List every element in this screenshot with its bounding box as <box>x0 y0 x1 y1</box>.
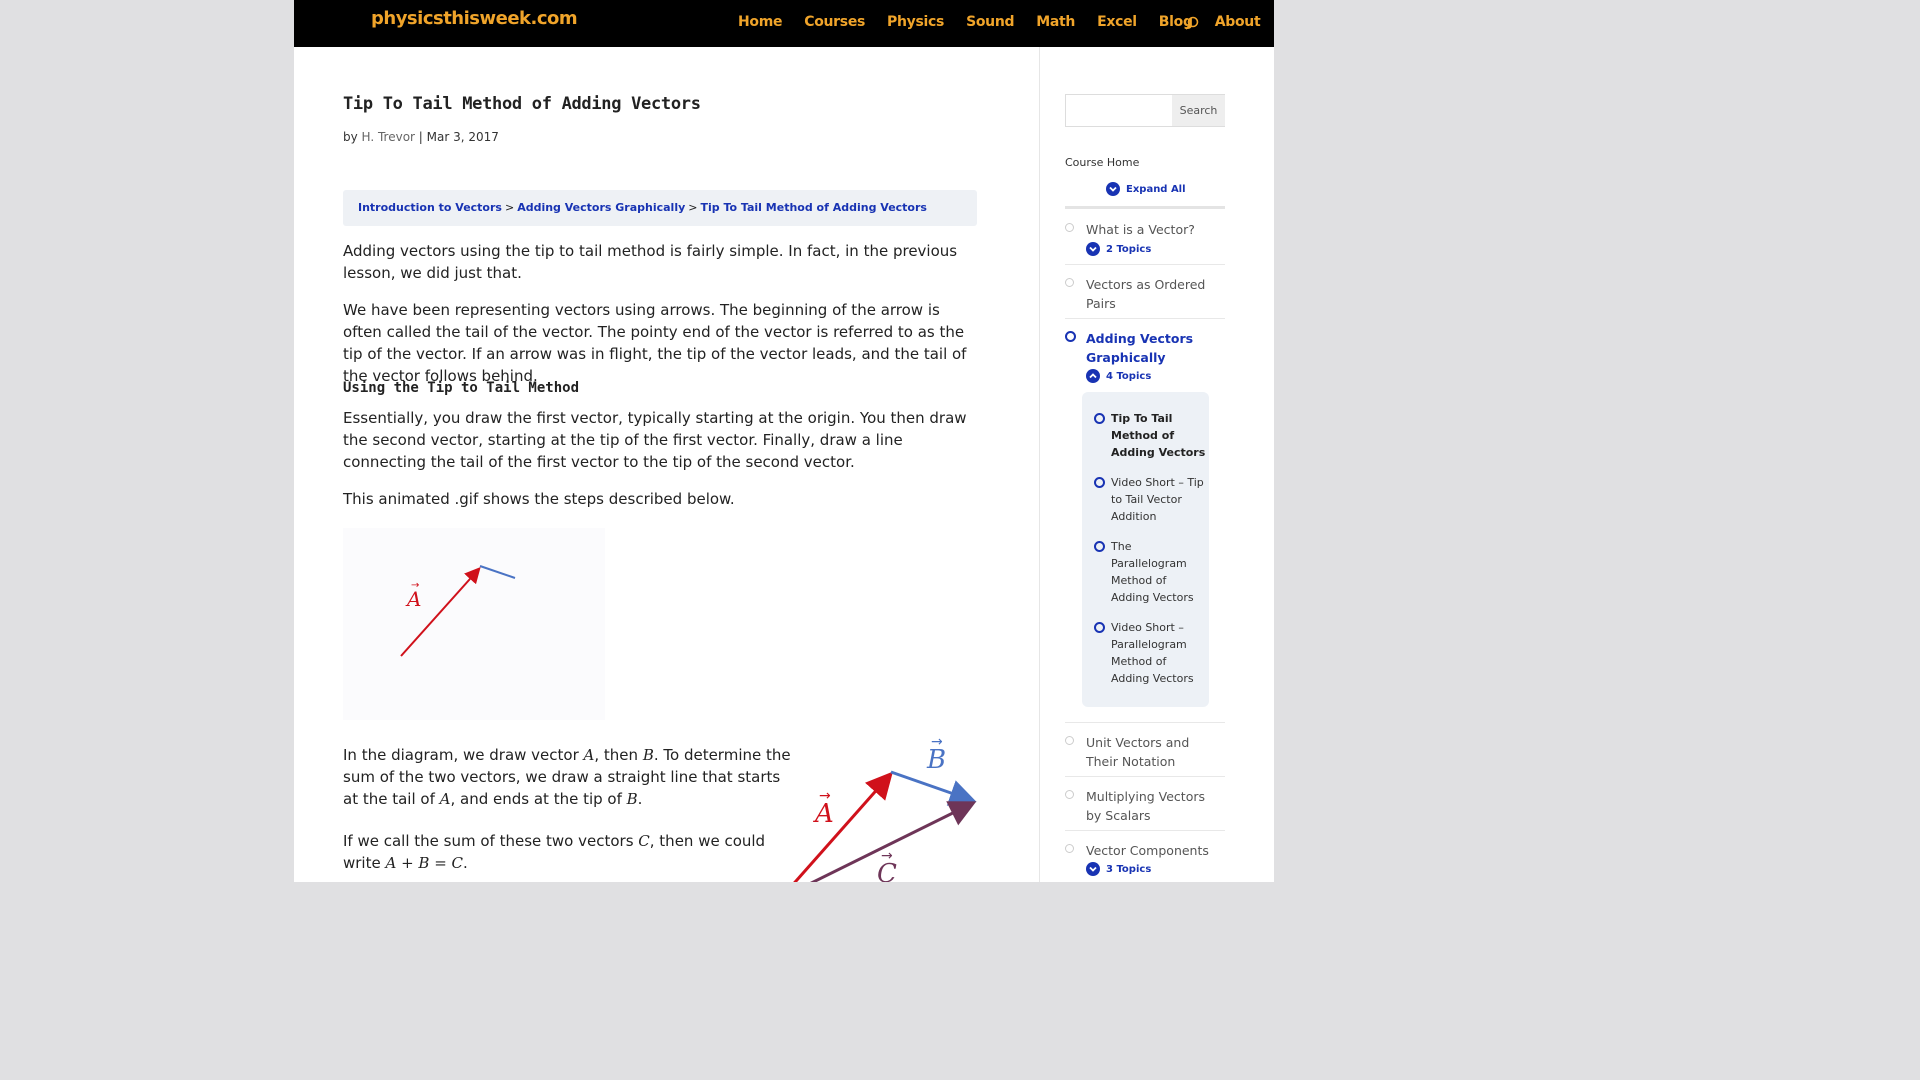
breadcrumb-adding-graphically[interactable]: Adding Vectors Graphically <box>517 201 685 214</box>
vector-diagram: A → B → C → <box>793 736 977 882</box>
paragraph-steps: Essentially, you draw the first vector, … <box>343 409 967 471</box>
paragraph-intro: Adding vectors using the tip to tail met… <box>343 242 958 282</box>
topic-status-icon <box>1094 477 1105 488</box>
expand-all-button[interactable]: Expand All <box>1106 182 1186 196</box>
lesson-status-icon <box>1065 736 1074 745</box>
nav-sound[interactable]: Sound <box>966 14 1014 30</box>
chevron-down-icon <box>1106 182 1120 196</box>
search-icon[interactable] <box>1184 16 1200 32</box>
topic-title: Video Short – Tip to Tail Vector Additio… <box>1111 476 1204 523</box>
sidebar-divider <box>1039 47 1040 882</box>
topics-count: 4 Topics <box>1106 370 1152 382</box>
math-equation: A + B = C <box>385 854 464 872</box>
search-button[interactable]: Search <box>1172 95 1225 126</box>
lesson-topics-toggle[interactable]: 2 Topics <box>1086 242 1151 256</box>
text-run: . <box>463 854 468 872</box>
breadcrumb-tip-to-tail[interactable]: Tip To Tail Method of Adding Vectors <box>701 201 927 214</box>
diagram-label-c-arrow: → <box>881 848 893 864</box>
gif-label-a-arrow: → <box>411 580 419 591</box>
math-vector-a: A <box>583 746 595 764</box>
chevron-up-icon <box>1086 369 1100 383</box>
search-input[interactable] <box>1067 96 1179 125</box>
page: physicsthisweek.com Home Courses Physics… <box>294 0 1274 882</box>
site-header: physicsthisweek.com Home Courses Physics… <box>294 0 1274 47</box>
expand-all-label: Expand All <box>1126 183 1186 195</box>
text-run: If we call the sum of these two vectors <box>343 832 639 850</box>
breadcrumb-separator: > <box>504 201 515 214</box>
lesson-topics-toggle[interactable]: 3 Topics <box>1086 862 1151 876</box>
lesson-title: What is a Vector? <box>1086 222 1195 237</box>
text-run: . <box>637 790 643 808</box>
diagram-vector-c <box>809 801 977 882</box>
topic-status-icon <box>1094 413 1105 424</box>
math-vector-c: C <box>638 832 650 850</box>
post-meta: by H. Trevor | Mar 3, 2017 <box>343 130 499 144</box>
page-title: Tip To Tail Method of Adding Vectors <box>343 94 701 114</box>
diagram-label-a-arrow: → <box>819 788 831 804</box>
nav-courses[interactable]: Courses <box>804 14 865 30</box>
topics-count: 3 Topics <box>1106 863 1152 875</box>
meta-separator: | <box>414 130 427 144</box>
topics-list: Tip To Tail Method of Adding Vectors Vid… <box>1082 392 1209 707</box>
lesson-status-icon <box>1065 278 1074 287</box>
lesson-status-icon <box>1065 790 1074 799</box>
text-run: , then <box>594 746 643 764</box>
topic-title: Video Short – Parallelogram Method of Ad… <box>1111 621 1194 685</box>
lesson-title: Vectors as Ordered Pairs <box>1086 277 1206 311</box>
lesson-divider <box>1065 264 1225 265</box>
site-logo[interactable]: physicsthisweek.com <box>371 8 578 29</box>
breadcrumb-separator: > <box>688 201 698 214</box>
nav-excel[interactable]: Excel <box>1097 14 1137 30</box>
math-vector-a: A <box>439 790 451 808</box>
topic-status-icon <box>1094 541 1105 552</box>
topics-count: 2 Topics <box>1106 243 1152 255</box>
animated-gif: A → <box>343 528 605 720</box>
diagram-vector-b <box>890 770 977 806</box>
nav-home[interactable]: Home <box>738 14 783 30</box>
lesson-status-icon <box>1065 331 1076 342</box>
diagram-label-b-arrow: → <box>931 736 943 750</box>
topic-title: Tip To Tail Method of Adding Vectors <box>1111 412 1206 459</box>
chevron-down-icon <box>1086 242 1100 256</box>
paragraph-gif-intro: This animated .gif shows the steps descr… <box>343 490 735 508</box>
lesson-divider <box>1065 722 1225 723</box>
course-home-link[interactable]: Course Home <box>1065 156 1139 169</box>
text-run: In the diagram, we draw vector <box>343 746 584 764</box>
lesson-title: Adding Vectors Graphically <box>1086 331 1194 365</box>
paragraph-sum: If we call the sum of these two vectors … <box>343 830 793 874</box>
post-date: Mar 3, 2017 <box>426 130 499 144</box>
nav-about[interactable]: About <box>1215 14 1261 30</box>
lesson-status-icon <box>1065 223 1074 232</box>
lesson-divider <box>1065 830 1225 831</box>
nav-math[interactable]: Math <box>1036 14 1075 30</box>
math-vector-b: B <box>626 790 638 808</box>
lesson-status-icon <box>1065 844 1074 853</box>
topic-title: The Parallelogram Method of Adding Vecto… <box>1111 540 1194 604</box>
lesson-topics-toggle[interactable]: 4 Topics <box>1086 369 1151 383</box>
lesson-divider <box>1065 318 1225 319</box>
text-run: , and ends at the tip of <box>450 790 627 808</box>
lesson-title: Vector Components <box>1086 843 1209 858</box>
meta-by: by <box>343 130 362 144</box>
breadcrumb: Introduction to Vectors > Adding Vectors G… <box>343 190 977 226</box>
sidebar-rule <box>1065 206 1225 209</box>
lesson-title: Unit Vectors and Their Notation <box>1086 735 1190 769</box>
paragraph-arrows: We have been representing vectors using … <box>343 301 967 385</box>
breadcrumb-intro-vectors[interactable]: Introduction to Vectors <box>358 201 502 214</box>
nav-physics[interactable]: Physics <box>887 14 944 30</box>
author-link[interactable]: H. Trevor <box>362 130 415 144</box>
diagram-vector-a <box>793 771 893 882</box>
math-vector-b: B <box>642 746 654 764</box>
lesson-divider <box>1065 776 1225 777</box>
chevron-down-icon <box>1086 862 1100 876</box>
search-form: Search <box>1065 94 1225 127</box>
paragraph-diagram: In the diagram, we draw vector A, then B… <box>343 744 793 810</box>
section-heading: Using the Tip to Tail Method <box>343 380 580 396</box>
topic-status-icon <box>1094 622 1105 633</box>
lesson-title: Multiplying Vectors by Scalars <box>1086 789 1206 823</box>
gif-vector-b-partial <box>479 565 516 579</box>
